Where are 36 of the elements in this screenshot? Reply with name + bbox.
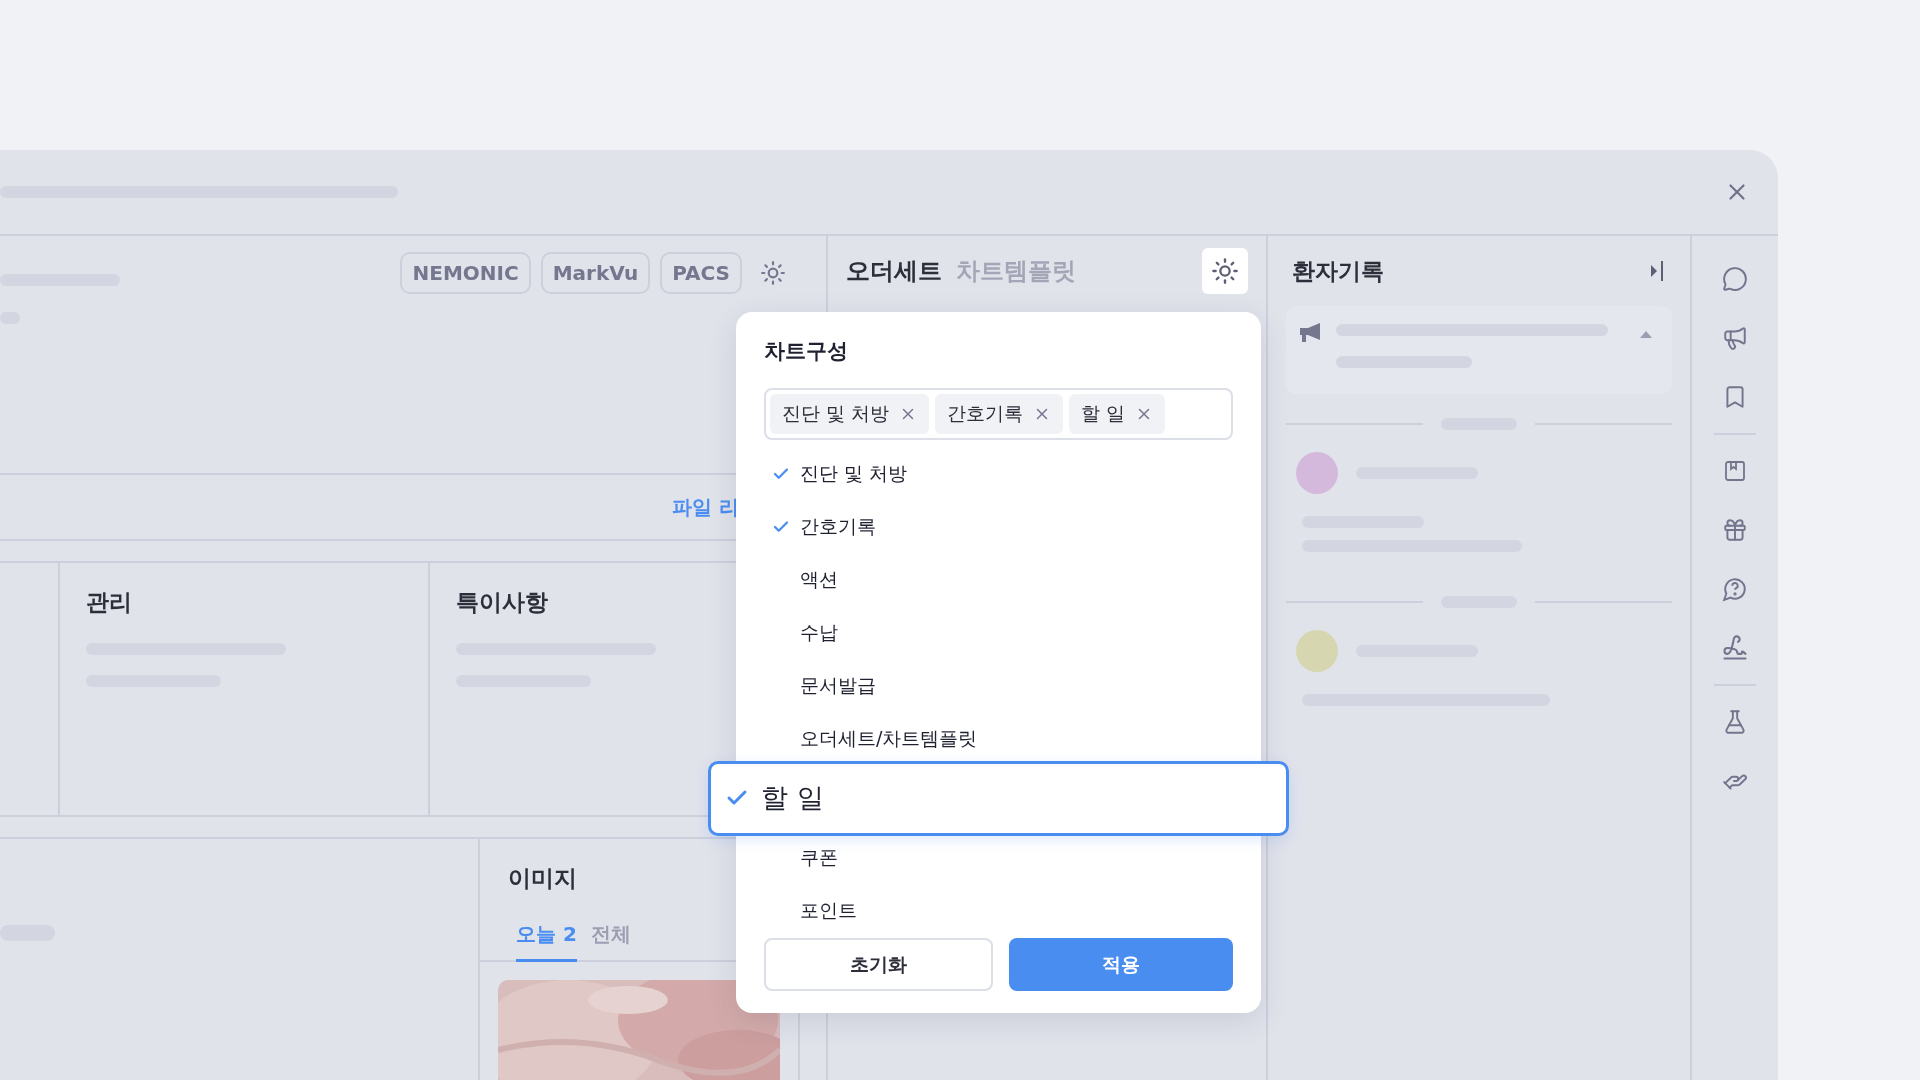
chat-icon[interactable] (1720, 264, 1750, 294)
settings-button[interactable] (1202, 248, 1248, 294)
option-label: 포인트 (800, 898, 857, 924)
option-label: 할 일 (761, 780, 824, 815)
tag-label: 할 일 (1081, 401, 1126, 427)
option-item[interactable]: 간호기록 (764, 506, 1233, 547)
option-item[interactable]: 오더세트/차트템플릿 (764, 718, 1233, 759)
option-label: 수납 (800, 620, 838, 646)
reset-button[interactable]: 초기화 (764, 938, 993, 991)
caret-up-icon[interactable] (1640, 330, 1652, 338)
panel-title: 환자기록 (1292, 256, 1384, 286)
option-label: 쿠폰 (800, 845, 838, 871)
card-title: 관리 (86, 587, 133, 617)
collapse-icon[interactable] (1650, 260, 1664, 282)
option-label: 간호기록 (800, 514, 876, 540)
tag-label: 진단 및 처방 (782, 401, 890, 427)
dragged-option[interactable]: 할 일 (708, 760, 1289, 836)
tag-label: 간호기록 (947, 401, 1024, 427)
panel-title: 이미지 (507, 863, 578, 893)
megaphone-icon (1298, 322, 1322, 344)
option-item[interactable]: 수납 (764, 612, 1233, 653)
settings-icon (1211, 257, 1239, 285)
tag-field[interactable]: 진단 및 처방 간호기록 할 일 (764, 387, 1233, 440)
popover-title: 차트구성 (764, 338, 849, 365)
option-item[interactable]: 진단 및 처방 (764, 453, 1233, 494)
option-item[interactable]: 액션 (764, 559, 1233, 600)
signature-icon[interactable] (1720, 633, 1750, 663)
option-label: 액션 (800, 567, 838, 593)
option-item[interactable]: 쿠폰 (764, 837, 1233, 878)
option-item[interactable]: 문서발급 (764, 665, 1233, 706)
option-label: 문서발급 (800, 673, 876, 699)
option-label: 진단 및 처방 (800, 461, 908, 487)
option-item[interactable]: 포인트 (764, 890, 1233, 931)
panel-tab[interactable]: 오더세트 (846, 253, 942, 289)
option-label: 오더세트/차트템플릿 (800, 726, 978, 752)
card-title: 특이사항 (456, 587, 549, 617)
